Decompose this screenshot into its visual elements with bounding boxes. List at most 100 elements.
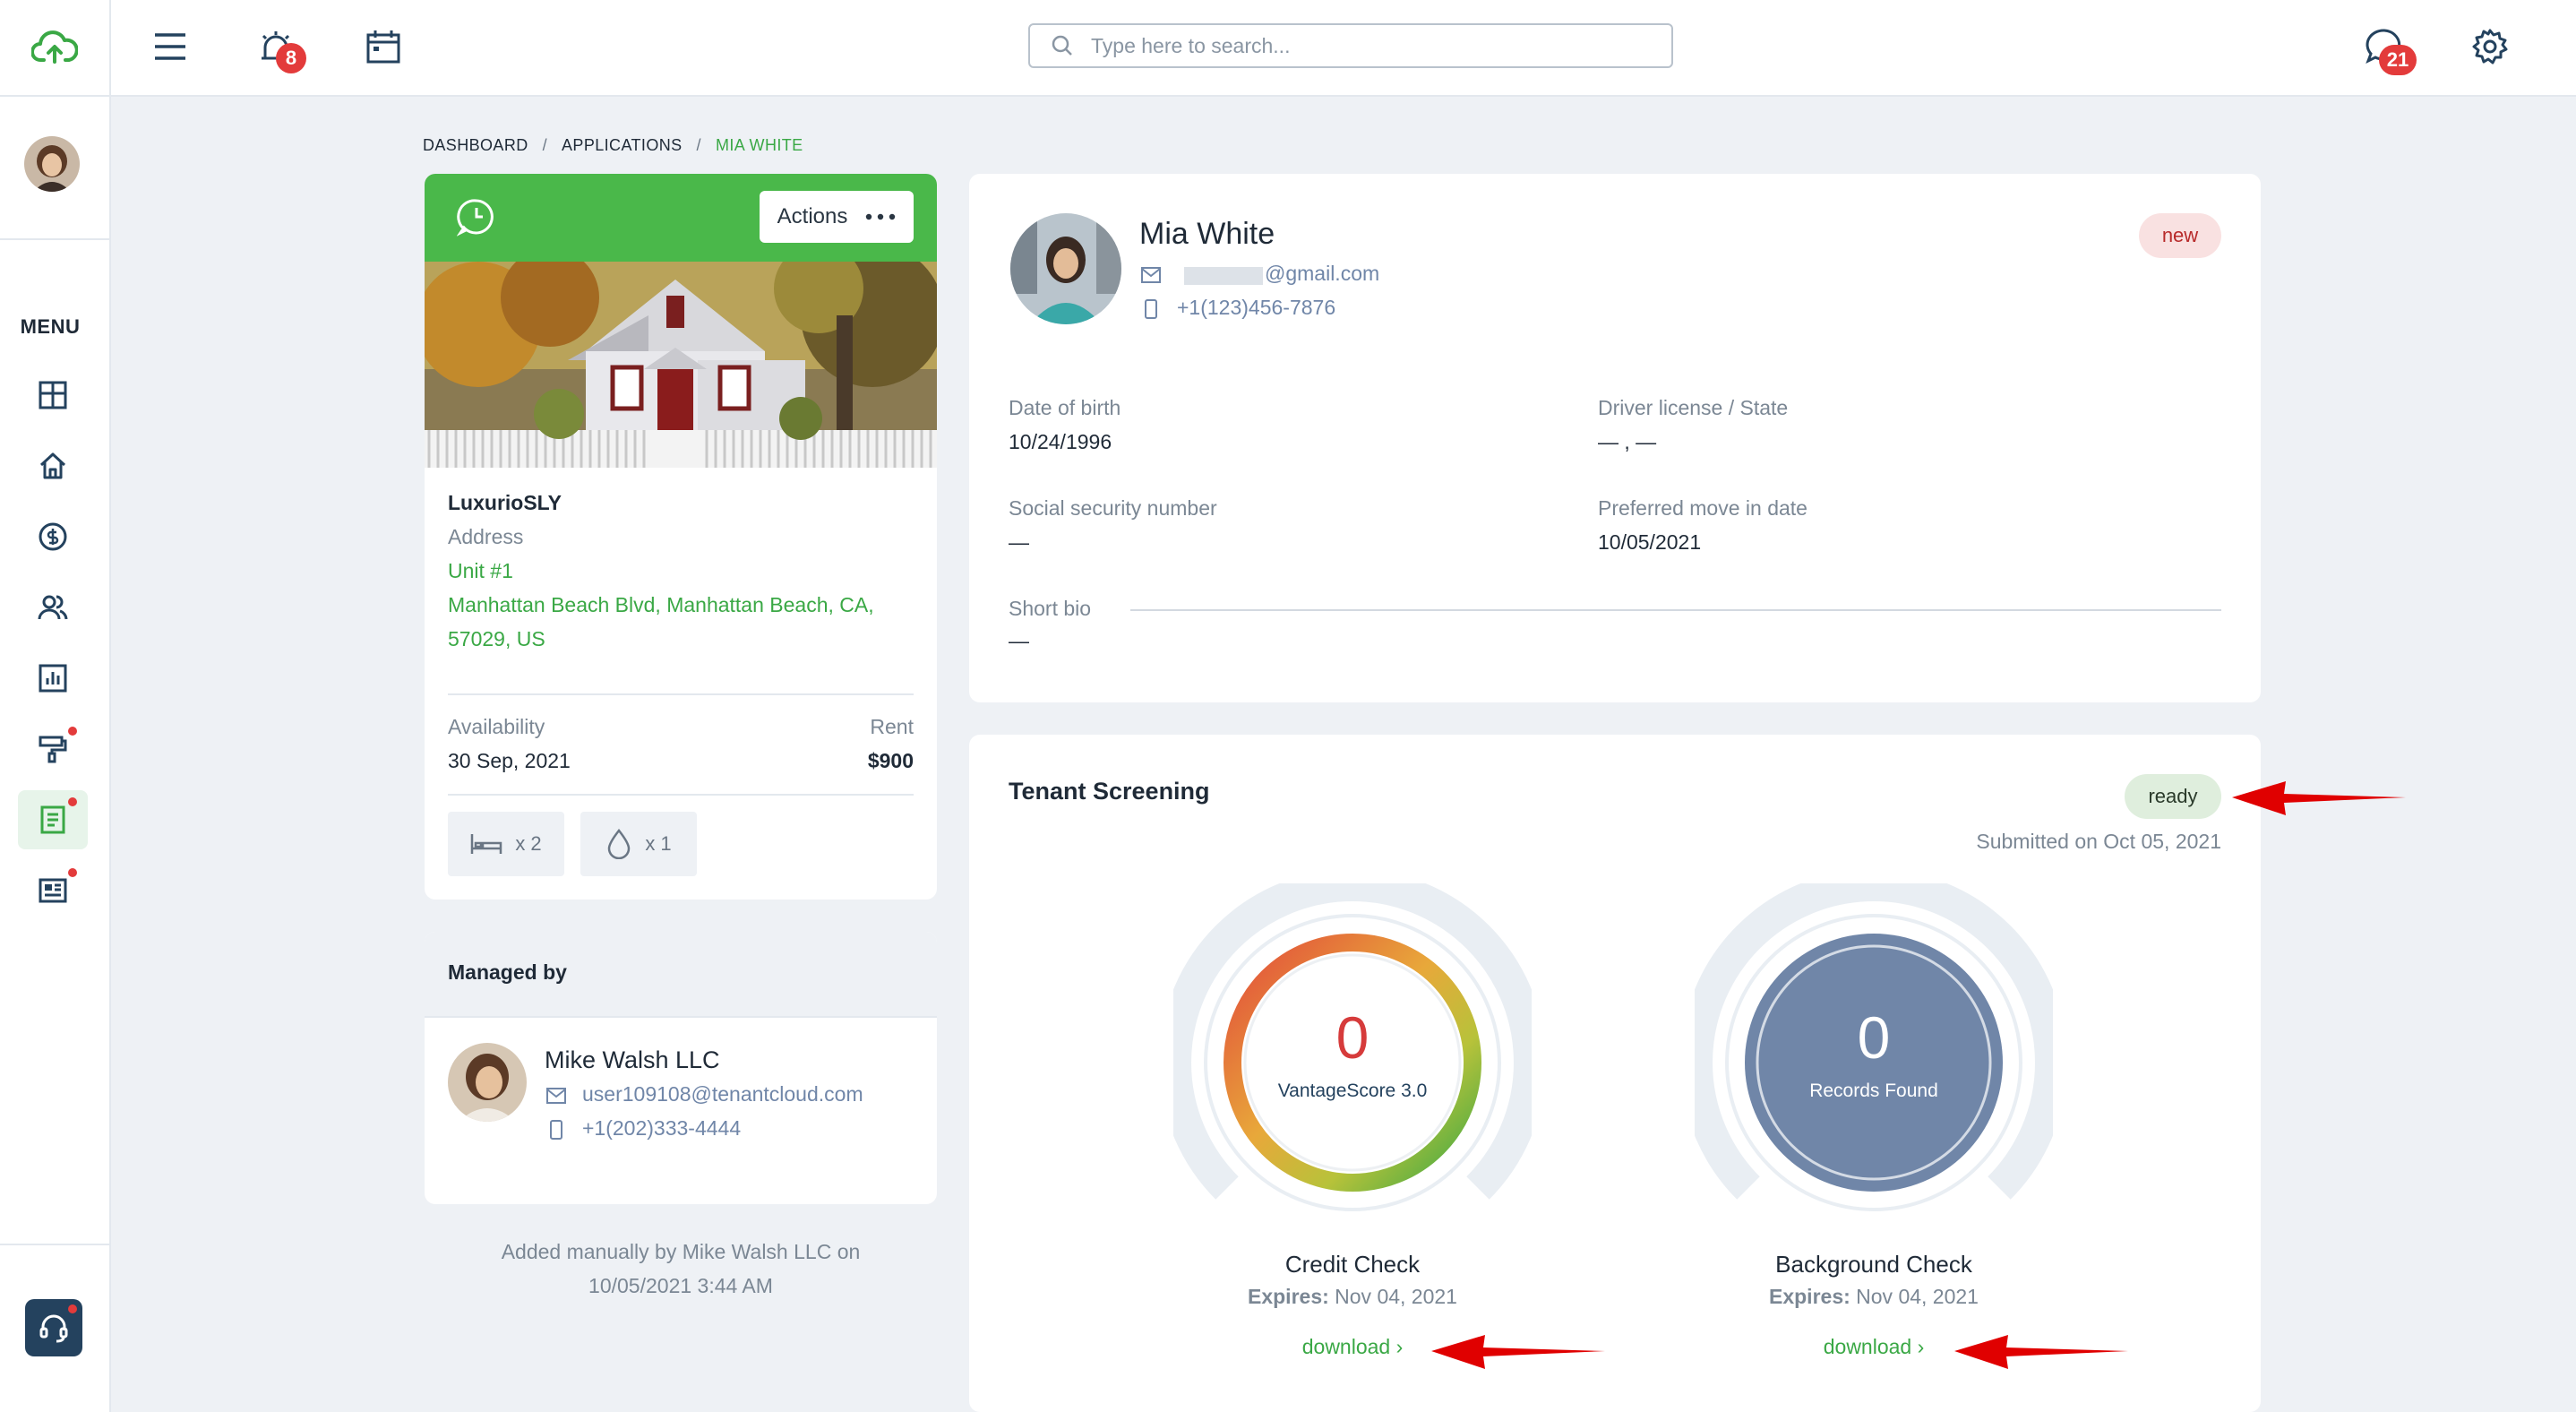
added-manually-line-2: 10/05/2021 3:44 AM (588, 1274, 773, 1297)
sidebar-item-properties[interactable] (18, 436, 88, 495)
manager-phone[interactable]: +1(202)333-4444 (582, 1116, 741, 1141)
app-logo[interactable] (0, 0, 109, 97)
more-dots-icon (866, 213, 896, 220)
bathrooms-count: x 1 (645, 832, 672, 855)
manager-name[interactable]: Mike Walsh LLC (545, 1046, 720, 1074)
sidebar-item-listings[interactable] (18, 861, 88, 920)
dollar-circle-icon (39, 522, 67, 551)
address-line-1[interactable]: Manhattan Beach Blvd, Manhattan Beach, C… (448, 593, 874, 617)
breadcrumb: DASHBOARD / APPLICATIONS / MIA WHITE (423, 136, 803, 155)
divider (448, 794, 914, 796)
credit-expires: Expires: Nov 04, 2021 (1155, 1285, 1550, 1309)
notification-dot (68, 727, 77, 736)
sidebar-item-people[interactable] (18, 578, 88, 637)
hamburger-menu-button[interactable] (143, 20, 197, 73)
hamburger-icon (155, 33, 185, 60)
bedrooms-chip: x 2 (448, 812, 564, 876)
property-photo (425, 262, 937, 468)
property-name[interactable]: LuxurioSLY (448, 491, 562, 515)
status-badge: new (2139, 213, 2221, 258)
managed-by-card: Managed by Mike Walsh LLC user109108@ten… (425, 932, 937, 1204)
sidebar-divider (0, 238, 109, 240)
screening-status-badge: ready (2125, 774, 2221, 819)
sidebar-divider (0, 1244, 109, 1245)
search-input[interactable] (1089, 32, 1630, 59)
managed-by-title: Managed by (448, 960, 567, 984)
dashboard-icon (39, 381, 67, 409)
unit-link[interactable]: Unit #1 (448, 559, 513, 583)
actions-button[interactable]: Actions (760, 191, 914, 243)
bio-divider (1130, 609, 2221, 611)
records-label: Records Found (1809, 1081, 1938, 1101)
credit-score-label: VantageScore 3.0 (1277, 1081, 1428, 1101)
phone-icon (1145, 299, 1157, 319)
alerts-button[interactable]: 8 (249, 20, 306, 73)
cloud-upload-icon (31, 30, 78, 64)
headset-icon (39, 1314, 68, 1343)
paint-roller-icon (39, 736, 67, 763)
gear-icon (2472, 29, 2508, 65)
user-avatar[interactable] (24, 136, 80, 192)
breadcrumb-separator: / (542, 136, 548, 154)
address-line-2[interactable]: 57029, US (448, 627, 545, 651)
availability-label: Availability (448, 715, 545, 738)
added-manually-note: Added manually by Mike Walsh LLC on 10/0… (425, 1235, 937, 1303)
breadcrumb-separator: / (696, 136, 701, 154)
address-label: Address (448, 525, 524, 548)
annotation-arrow-background-download (1954, 1335, 2128, 1369)
sidebar-item-dashboard[interactable] (18, 366, 88, 425)
menu-label: MENU (20, 315, 81, 338)
mail-icon (546, 1088, 566, 1104)
phone-icon (550, 1120, 562, 1140)
move-in-value: 10/05/2021 (1598, 530, 1702, 554)
dob-value: 10/24/1996 (1009, 430, 1112, 453)
settings-button[interactable] (2463, 20, 2517, 73)
manager-email[interactable]: user109108@tenantcloud.com (582, 1082, 863, 1106)
background-check-title: Background Check (1775, 1251, 1972, 1278)
dob-label: Date of birth (1009, 396, 1121, 419)
move-in-label: Preferred move in date (1598, 496, 1807, 520)
sidebar-item-maintenance[interactable] (18, 719, 88, 779)
bio-label: Short bio (1009, 597, 1092, 620)
divider (448, 693, 914, 695)
newspaper-icon (39, 878, 67, 903)
background-expires-label: Expires: (1769, 1285, 1850, 1308)
bedrooms-count: x 2 (515, 832, 542, 855)
sidebar-item-accounting[interactable] (18, 507, 88, 566)
search-box[interactable] (1028, 23, 1673, 68)
license-value: — , — (1598, 430, 1657, 453)
whatsapp-icon[interactable] (457, 197, 496, 237)
property-card: Actions LuxurioSLY Address Unit #1 Manha… (425, 174, 937, 900)
records-count: 0 (1857, 1004, 1891, 1071)
notification-dot (68, 797, 77, 806)
rent-value: $900 (867, 749, 914, 772)
alerts-badge: 8 (276, 43, 306, 73)
ssn-label: Social security number (1009, 496, 1217, 520)
background-expires-value: Nov 04, 2021 (1856, 1285, 1979, 1308)
credit-score-value: 0 (1335, 1004, 1370, 1071)
sidebar-item-reports[interactable] (18, 649, 88, 708)
license-label: Driver license / State (1598, 396, 1789, 419)
ssn-value: — (1009, 530, 1029, 554)
credit-expires-value: Nov 04, 2021 (1335, 1285, 1457, 1308)
sidebar-item-applications[interactable] (18, 790, 88, 849)
calendar-button[interactable] (356, 20, 410, 73)
calendar-icon (366, 30, 400, 64)
applicant-email[interactable]: @gmail.com (1265, 262, 1379, 286)
breadcrumb-current: MIA WHITE (715, 136, 803, 154)
bar-chart-icon (39, 664, 67, 693)
messages-badge: 21 (2379, 45, 2417, 75)
managed-by-header: Managed by (425, 932, 937, 1018)
applicant-avatar (1010, 213, 1121, 324)
support-button[interactable] (25, 1299, 82, 1356)
annotation-arrow-ready (2232, 781, 2406, 815)
manager-avatar (448, 1043, 527, 1122)
credit-expires-label: Expires: (1248, 1285, 1329, 1308)
applicant-phone[interactable]: +1(123)456-7876 (1177, 296, 1335, 320)
messages-button[interactable]: 21 (2357, 20, 2417, 75)
water-drop-icon (608, 829, 631, 859)
breadcrumb-applications[interactable]: APPLICATIONS (562, 136, 683, 155)
search-icon (1052, 35, 1072, 56)
background-expires: Expires: Nov 04, 2021 (1677, 1285, 2071, 1309)
breadcrumb-dashboard[interactable]: DASHBOARD (423, 136, 528, 155)
